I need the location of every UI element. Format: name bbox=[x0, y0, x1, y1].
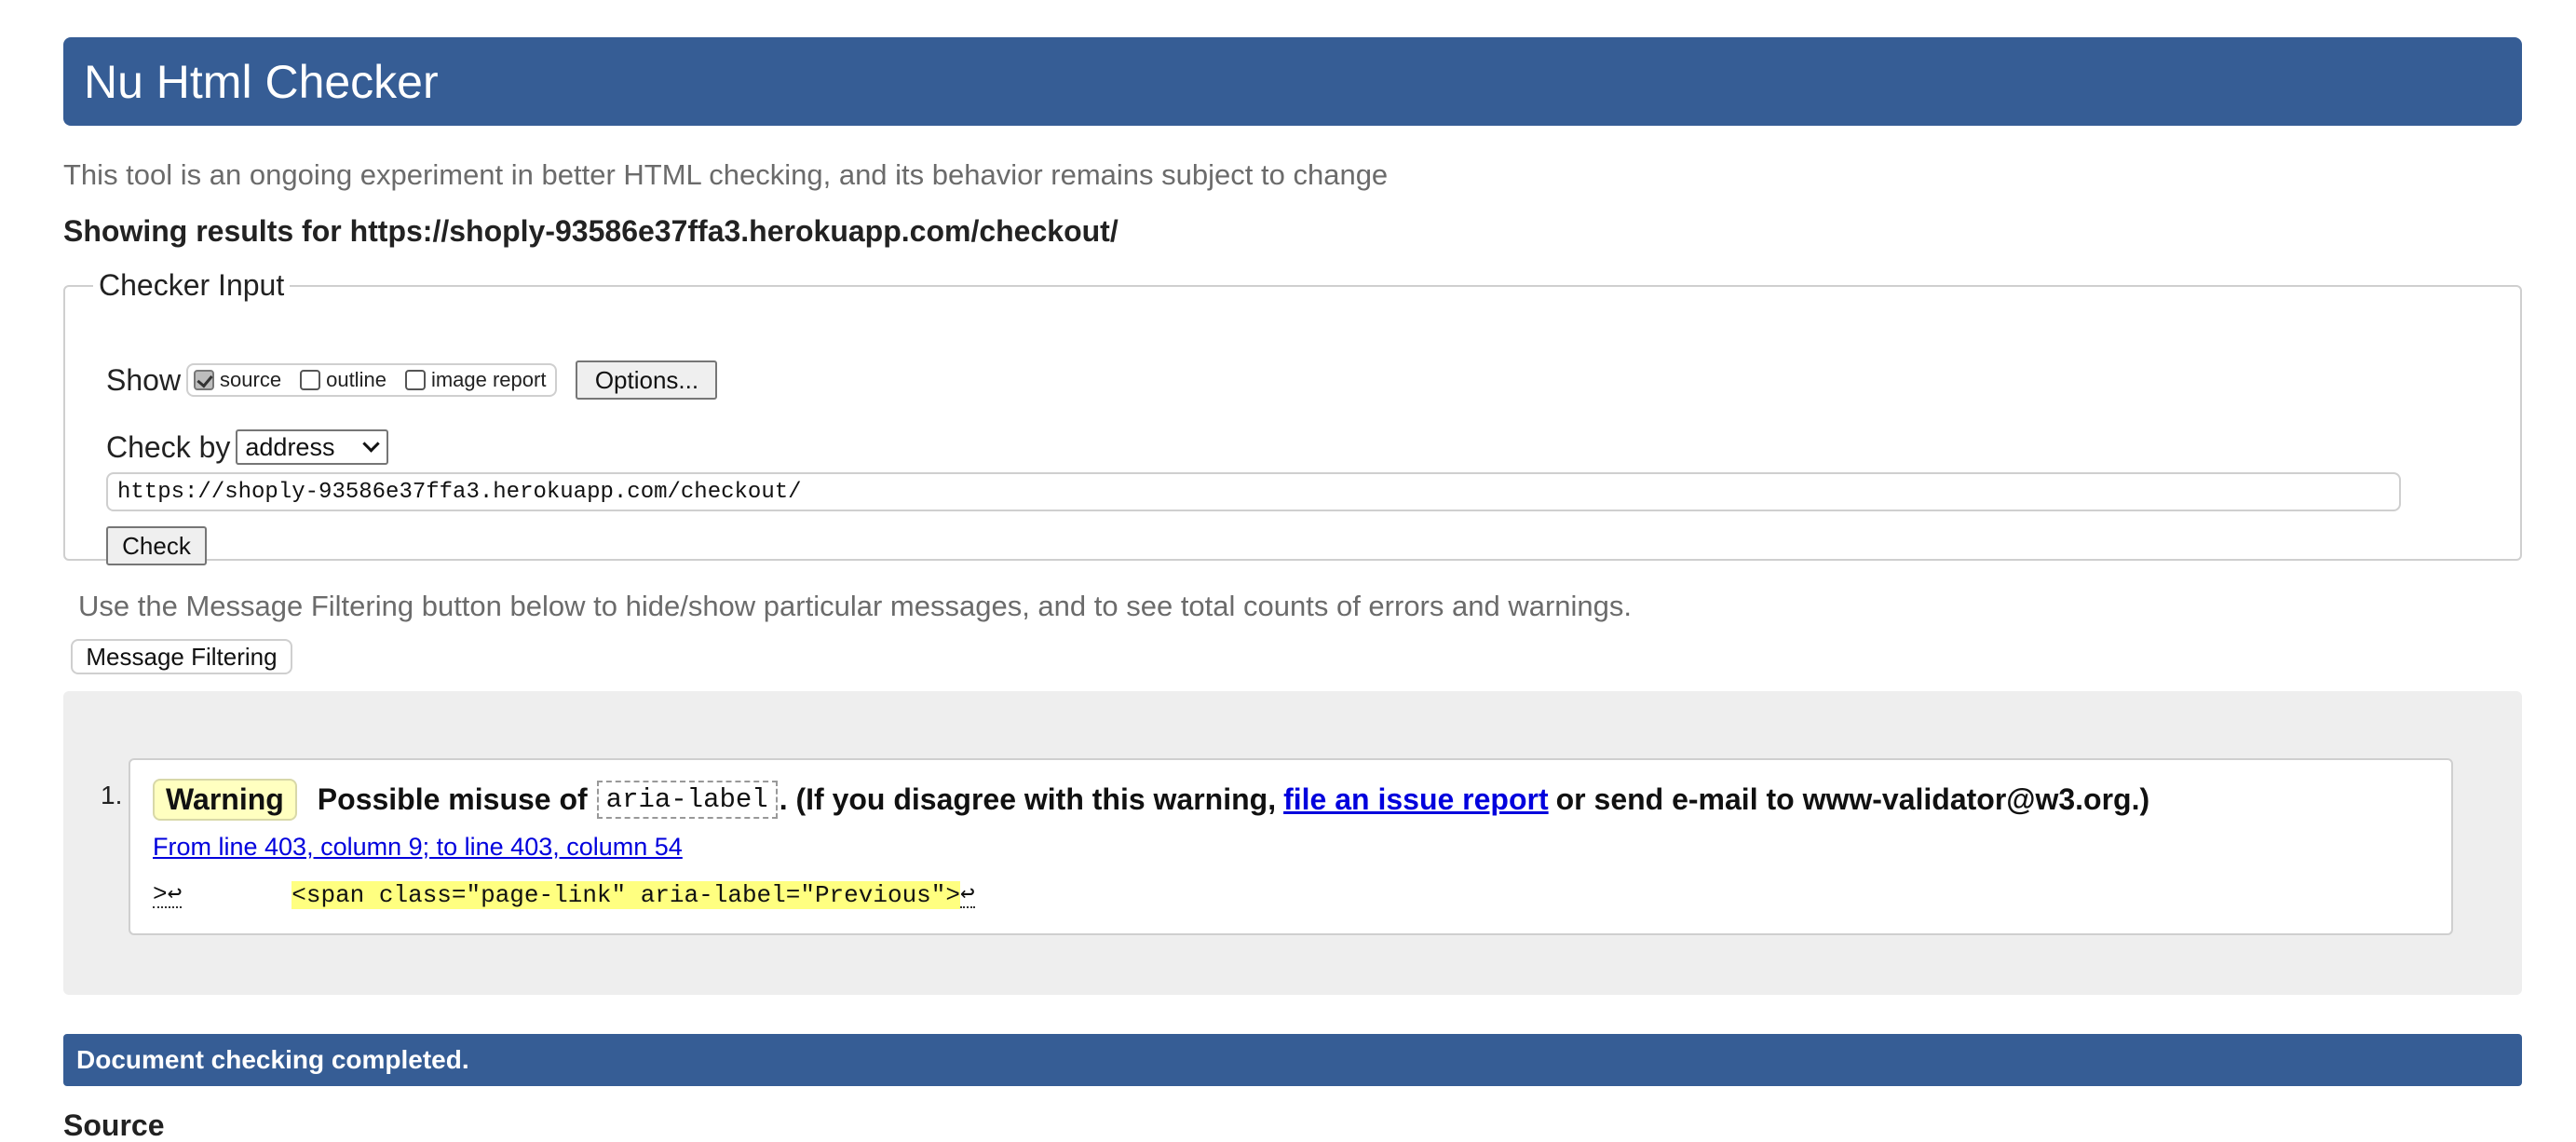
checker-input-panel: Checker Input Show source outline image … bbox=[63, 268, 2522, 565]
message-text-before: Possible misuse of bbox=[317, 782, 588, 816]
message-number: 1. bbox=[101, 781, 123, 809]
message-extract: >↩ <span class="page-link" aria-label="P… bbox=[153, 881, 975, 909]
check-by-value: address bbox=[245, 432, 335, 461]
results-for-heading: Showing results for https://shoply-93586… bbox=[63, 214, 1119, 249]
check-by-select[interactable]: address bbox=[236, 429, 389, 465]
message-location-link[interactable]: From line 403, column 9; to line 403, co… bbox=[153, 833, 683, 862]
chevron-down-icon bbox=[362, 434, 381, 453]
message-text: Warning Possible misuse of aria-label . … bbox=[153, 779, 2149, 821]
page-title: Nu Html Checker bbox=[84, 55, 439, 108]
checked-url: https://shoply-93586e37ffa3.herokuapp.co… bbox=[349, 214, 1119, 248]
show-options-group: source outline image report bbox=[186, 363, 558, 397]
file-issue-link[interactable]: file an issue report bbox=[1283, 782, 1549, 817]
results-for-label: Showing results for bbox=[63, 214, 342, 248]
message-text-middle: . (If you disagree with this warning, bbox=[779, 782, 1277, 816]
check-by-label: Check by bbox=[106, 429, 231, 464]
message-text-after: or send e-mail to www-validator@w3.org.) bbox=[1555, 782, 2150, 816]
message-item: Warning Possible misuse of aria-label . … bbox=[129, 758, 2453, 935]
show-row: Show source outline image report Options… bbox=[106, 360, 718, 400]
completed-status-bar: Document checking completed. bbox=[63, 1034, 2522, 1086]
source-heading: Source bbox=[63, 1108, 165, 1142]
show-image-report-option[interactable]: image report bbox=[404, 368, 547, 392]
message-filtering-button[interactable]: Message Filtering bbox=[71, 639, 292, 674]
check-button[interactable]: Check bbox=[106, 526, 207, 565]
title-bar: Nu Html Checker bbox=[63, 37, 2522, 126]
show-outline-option[interactable]: outline bbox=[300, 368, 386, 392]
image-report-checkbox-label: image report bbox=[430, 368, 547, 391]
filtering-note: Use the Message Filtering button below t… bbox=[78, 590, 1633, 622]
page: Nu Html Checker This tool is an ongoing … bbox=[0, 0, 2576, 1142]
options-button[interactable]: Options... bbox=[576, 360, 718, 400]
results-panel: 1. Warning Possible misuse of aria-label… bbox=[63, 691, 2522, 995]
warning-badge: Warning bbox=[153, 779, 297, 821]
outline-checkbox[interactable] bbox=[300, 370, 321, 390]
show-label: Show bbox=[106, 362, 182, 397]
show-source-option[interactable]: source bbox=[194, 368, 281, 392]
source-checkbox[interactable] bbox=[194, 370, 215, 390]
extract-highlight: <span class="page-link" aria-label="Prev… bbox=[291, 881, 960, 909]
extract-prefix: >↩ bbox=[153, 880, 183, 908]
image-report-checkbox[interactable] bbox=[404, 370, 426, 390]
extract-suffix: ↩ bbox=[959, 880, 975, 908]
intro-text: This tool is an ongoing experiment in be… bbox=[63, 158, 1389, 191]
url-input[interactable]: https://shoply-93586e37ffa3.herokuapp.co… bbox=[106, 472, 2401, 511]
checker-input-legend: Checker Input bbox=[99, 268, 285, 302]
check-by-row: Check by address bbox=[106, 429, 389, 465]
message-code: aria-label bbox=[596, 781, 778, 819]
source-checkbox-label: source bbox=[220, 368, 282, 391]
outline-checkbox-label: outline bbox=[326, 368, 386, 391]
